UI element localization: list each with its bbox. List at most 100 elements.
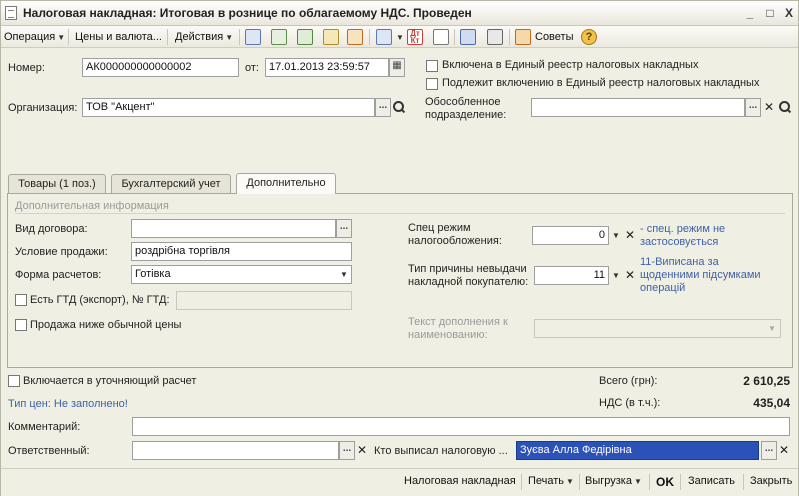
comment-field[interactable] <box>132 417 790 436</box>
issuer-label: Кто выписал налоговую ... <box>374 445 508 457</box>
payment-form-select[interactable]: Готівка <box>131 265 352 284</box>
addon-text-dropdown-icon: ▼ <box>768 324 776 333</box>
subdivision-label-2: подразделение: <box>425 109 507 121</box>
print-menu-label: Печать <box>528 475 565 487</box>
section-title: Дополнительная информация <box>15 200 169 212</box>
subject-registry-label: Подлежит включению в Единый реестр налог… <box>442 77 760 89</box>
section-divider <box>15 213 785 214</box>
tax-mode-label: Спец режим <box>408 222 471 234</box>
close-window-button[interactable]: X <box>782 6 796 20</box>
issuer-field[interactable]: Зуєва Алла Федірівна <box>516 441 759 460</box>
dropdown-arrow-icon[interactable]: ▼ <box>396 33 404 42</box>
addon-text-label-2: наименованию: <box>408 329 488 341</box>
refine-checkbox[interactable] <box>8 375 20 387</box>
date-field[interactable]: 17.01.2013 23:59:57 <box>265 58 389 77</box>
dropdown-arrow-icon: ▼ <box>225 33 234 42</box>
responsible-field[interactable] <box>132 441 339 460</box>
subdivision-select-button[interactable]: ... <box>745 98 761 117</box>
debit-credit-icon[interactable]: Дт Кт <box>407 29 423 45</box>
document-icon <box>5 6 17 20</box>
report-icon[interactable] <box>433 29 449 45</box>
subdivision-field[interactable] <box>531 98 745 117</box>
post-document-icon[interactable] <box>245 29 261 45</box>
contract-type-select-button[interactable]: ... <box>336 219 352 238</box>
reason-link-2[interactable]: щоденними підсумками <box>640 269 761 282</box>
number-field[interactable]: АК000000000000002 <box>82 58 239 77</box>
minimize-button[interactable]: _ <box>743 6 757 20</box>
included-registry-label: Включена в Единый реестр налоговых накла… <box>442 59 699 71</box>
refresh-icon[interactable] <box>271 29 287 45</box>
upload-menu[interactable]: Выгрузка ▼ <box>585 475 642 487</box>
reason-clear-icon[interactable]: ✕ <box>623 266 637 285</box>
addon-text-field <box>534 319 781 338</box>
title-bar: Налоговая накладная: Итоговая в рознице … <box>1 1 798 26</box>
total-label: Всего (грн): <box>599 375 658 387</box>
reason-label: Тип причины невыдачи <box>408 263 527 275</box>
subdivision-search-icon[interactable] <box>777 98 791 117</box>
total-value: 2 610,25 <box>743 374 790 388</box>
addon-text-label: Текст дополнения к <box>408 316 508 328</box>
gtd-checkbox[interactable] <box>15 294 27 306</box>
tax-mode-label-2: налогообложения: <box>408 235 502 247</box>
help-icon[interactable]: ? <box>581 29 597 45</box>
reason-link-3[interactable]: операцій <box>640 282 685 295</box>
reason-link[interactable]: 11-Виписана за <box>640 256 719 269</box>
copy-document-icon[interactable] <box>297 29 313 45</box>
save-button[interactable]: Записать <box>688 475 735 487</box>
actions-menu[interactable]: Действия ▼ <box>175 29 233 45</box>
prices-currency-button[interactable]: Цены и валюта... <box>75 29 162 45</box>
sale-condition-field[interactable]: роздрібна торгівля <box>131 242 352 261</box>
tab-goods[interactable]: Товары (1 поз.) <box>8 174 106 194</box>
below-price-checkbox[interactable] <box>15 319 27 331</box>
issuer-select-button[interactable]: ... <box>761 441 777 460</box>
tab-additional[interactable]: Дополнительно <box>236 173 336 194</box>
tax-mode-dropdown-icon[interactable]: ▼ <box>609 227 623 244</box>
tax-mode-link-2[interactable]: застосовується <box>640 236 718 249</box>
reason-field[interactable]: 11 <box>534 266 609 285</box>
upload-menu-label: Выгрузка <box>585 475 632 487</box>
organization-search-icon[interactable] <box>391 98 405 117</box>
responsible-select-button[interactable]: ... <box>339 441 355 460</box>
refine-label: Включается в уточняющий расчет <box>23 375 197 387</box>
related-docs-icon[interactable] <box>347 29 363 45</box>
bottom-separator <box>743 474 744 490</box>
structure-icon[interactable] <box>460 29 476 45</box>
vat-label: НДС (в т.ч.): <box>599 397 661 409</box>
ok-button[interactable]: OK <box>656 475 674 489</box>
bottom-separator <box>521 474 522 490</box>
issuer-clear-icon[interactable]: ✕ <box>777 441 791 460</box>
dropdown-arrow-icon: ▼ <box>57 33 66 42</box>
bottom-bar: Налоговая накладная Печать ▼ Выгрузка ▼ OK… <box>1 468 798 496</box>
list-icon[interactable] <box>487 29 503 45</box>
subject-registry-checkbox[interactable] <box>426 78 438 90</box>
tips-icon <box>515 29 531 45</box>
close-button[interactable]: Закрыть <box>750 475 792 487</box>
payment-form-dropdown-icon[interactable]: ▼ <box>337 266 351 283</box>
organization-select-button[interactable]: ... <box>375 98 391 117</box>
tax-mode-clear-icon[interactable]: ✕ <box>623 226 637 245</box>
tax-mode-link[interactable]: - спец. режим не <box>640 223 725 236</box>
reason-dropdown-icon[interactable]: ▼ <box>609 267 623 284</box>
tips-button[interactable]: Советы <box>535 29 573 45</box>
tab-accounting[interactable]: Бухгалтерский учет <box>111 174 231 194</box>
print-menu[interactable]: Печать ▼ <box>528 475 574 487</box>
comment-label: Комментарий: <box>8 421 81 433</box>
subdivision-clear-icon[interactable]: ✕ <box>762 98 776 117</box>
tax-invoice-button[interactable]: Налоговая накладная <box>404 475 516 487</box>
toolbar-separator <box>68 29 69 45</box>
responsible-clear-icon[interactable]: ✕ <box>355 441 369 460</box>
based-on-icon[interactable] <box>323 29 339 45</box>
price-type-link[interactable]: Тип цен: Не заполнено! <box>8 398 128 411</box>
toolbar: Операция ▼ Цены и валюта... Действия ▼ ▼ Д… <box>1 26 798 48</box>
contract-type-field[interactable] <box>131 219 336 238</box>
calendar-icon[interactable]: ▦ <box>389 58 405 77</box>
go-to-icon[interactable] <box>376 29 392 45</box>
tax-mode-field[interactable]: 0 <box>532 226 609 245</box>
operation-menu[interactable]: Операция ▼ <box>4 29 65 45</box>
bottom-separator <box>680 474 681 490</box>
bottom-separator <box>649 474 650 490</box>
organization-field[interactable]: ТОВ "Акцент" <box>82 98 375 117</box>
maximize-button[interactable]: □ <box>763 6 777 20</box>
toolbar-separator <box>369 29 370 45</box>
included-registry-checkbox[interactable] <box>426 60 438 72</box>
